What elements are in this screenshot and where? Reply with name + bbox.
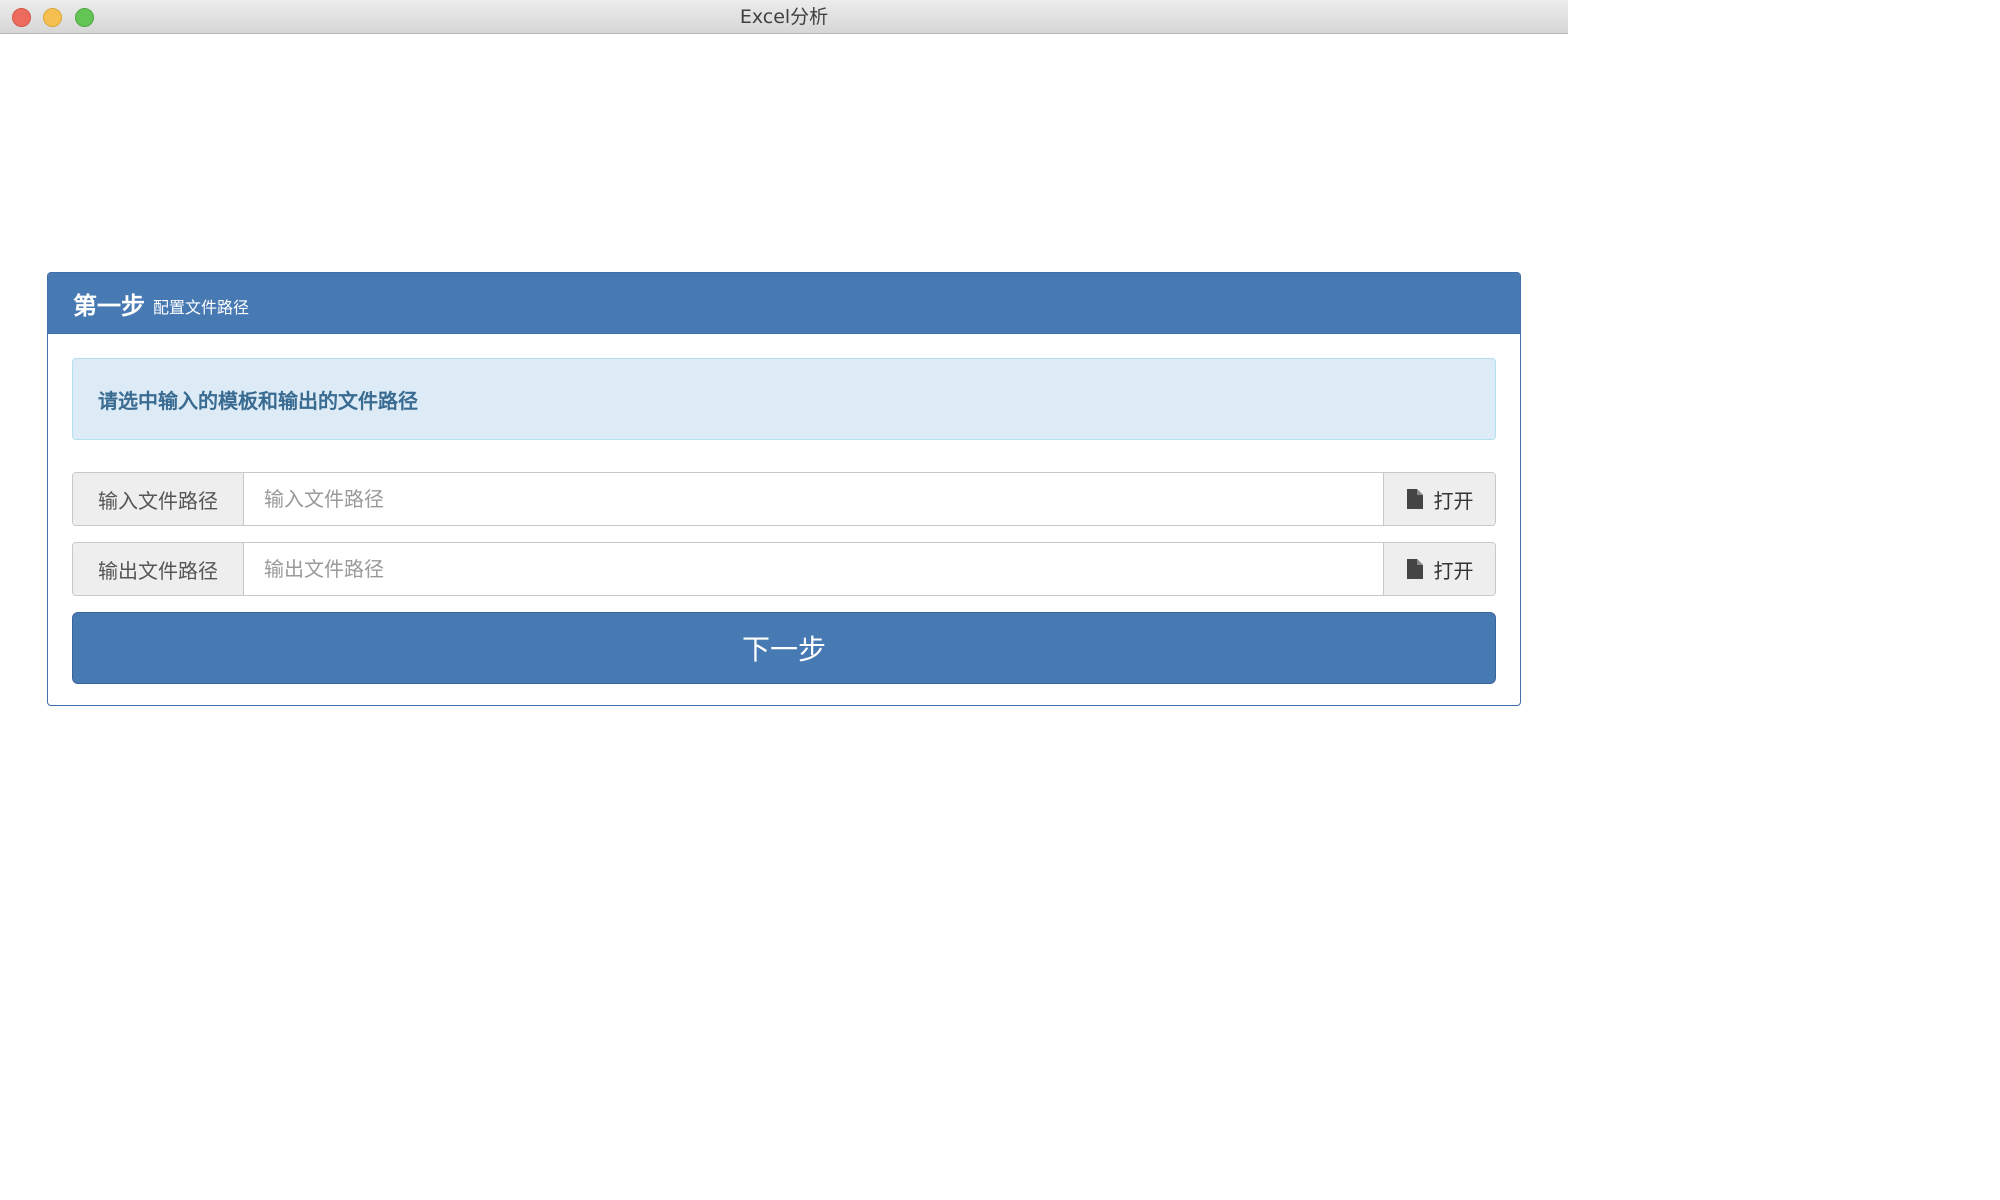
output-path-label: 输出文件路径 — [73, 543, 244, 595]
info-alert-text: 请选中输入的模板和输出的文件路径 — [98, 388, 418, 413]
panel-heading: 第一步 配置文件路径 — [48, 273, 1520, 334]
next-step-button[interactable]: 下一步 — [72, 612, 1496, 684]
input-path-group: 输入文件路径 打开 — [72, 472, 1496, 526]
file-icon — [1406, 489, 1423, 509]
panel-subtitle: 配置文件路径 — [153, 298, 250, 317]
file-icon — [1406, 559, 1423, 579]
step-panel: 第一步 配置文件路径 请选中输入的模板和输出的文件路径 输入文件路径 打开 — [47, 272, 1521, 706]
panel-body: 请选中输入的模板和输出的文件路径 输入文件路径 打开 输出文件路径 — [48, 334, 1520, 684]
input-path-label: 输入文件路径 — [73, 473, 244, 525]
open-input-file-label: 打开 — [1433, 488, 1474, 513]
window-title: Excel分析 — [739, 6, 829, 28]
output-path-group: 输出文件路径 打开 — [72, 542, 1496, 596]
output-path-field[interactable] — [244, 543, 1383, 595]
open-output-file-label: 打开 — [1433, 558, 1474, 583]
input-path-field[interactable] — [244, 473, 1383, 525]
panel-title: 第一步 — [73, 291, 145, 320]
open-input-file-button[interactable]: 打开 — [1383, 473, 1495, 525]
open-output-file-button[interactable]: 打开 — [1383, 543, 1495, 595]
app-window: Excel分析 第一步 配置文件路径 请选中输入的模板和输出的文件路径 输入文件… — [0, 0, 1568, 941]
title-bar[interactable]: Excel分析 — [0, 0, 1568, 34]
info-alert: 请选中输入的模板和输出的文件路径 — [72, 358, 1496, 440]
next-step-label: 下一步 — [741, 633, 826, 666]
